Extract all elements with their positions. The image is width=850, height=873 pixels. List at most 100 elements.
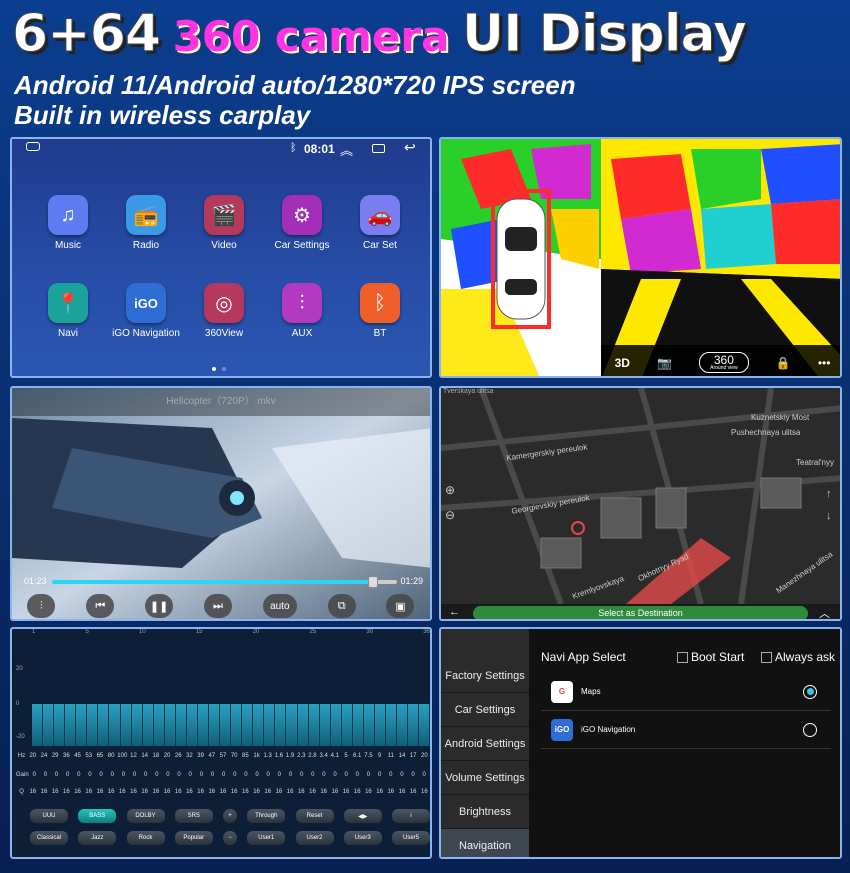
eq-button[interactable]: User3 xyxy=(343,831,382,845)
eq-button[interactable]: i xyxy=(392,809,430,823)
eq-band[interactable] xyxy=(153,704,165,746)
eq-band[interactable] xyxy=(242,704,254,746)
eq-band[interactable] xyxy=(319,704,331,746)
eq-band[interactable] xyxy=(363,704,375,746)
home-icon[interactable] xyxy=(26,142,40,151)
radio-selected[interactable] xyxy=(803,684,817,699)
eq-button[interactable]: − xyxy=(223,831,237,845)
eq-band[interactable] xyxy=(419,704,430,746)
eq-band[interactable] xyxy=(275,704,287,746)
eq-band[interactable] xyxy=(120,704,132,746)
eq-band[interactable] xyxy=(76,704,88,746)
arrow-up-icon[interactable]: ↑ xyxy=(826,488,832,500)
eq-band[interactable] xyxy=(209,704,221,746)
window-button[interactable]: ▣ xyxy=(386,594,415,618)
always-ask-checkbox[interactable]: Always ask xyxy=(761,650,835,664)
sidebar-item-factory-settings[interactable]: Factory Settings xyxy=(441,659,529,693)
eq-band[interactable] xyxy=(397,704,409,746)
eq-band[interactable] xyxy=(253,704,265,746)
sidebar-item-navigation[interactable]: Navigation xyxy=(441,829,529,857)
eq-band[interactable] xyxy=(131,704,143,746)
camera-icon[interactable]: 📷 xyxy=(657,356,672,370)
eq-band[interactable] xyxy=(264,704,276,746)
app-aux[interactable]: ⫶ AUX xyxy=(262,283,342,339)
eq-band[interactable] xyxy=(164,704,176,746)
seek-bar[interactable] xyxy=(52,576,397,588)
eq-button[interactable]: User1 xyxy=(247,831,286,845)
eq-band[interactable] xyxy=(297,704,309,746)
view-360-button[interactable]: 360 Around view xyxy=(699,352,749,373)
eq-button[interactable]: Rock xyxy=(126,831,165,845)
eq-band[interactable] xyxy=(386,704,398,746)
nav-app-row-maps[interactable]: G Maps xyxy=(541,673,831,711)
page-dot[interactable] xyxy=(222,367,226,371)
eq-button[interactable]: User5 xyxy=(392,831,430,845)
zoom-in-icon[interactable]: ⊕ xyxy=(445,483,455,497)
app-car-set[interactable]: 🚗 Car Set xyxy=(340,195,420,251)
eq-band[interactable] xyxy=(308,704,320,746)
next-button[interactable]: ⏭ xyxy=(203,594,232,618)
sidebar-item-volume-settings[interactable]: Volume Settings xyxy=(441,761,529,795)
eq-band[interactable] xyxy=(186,704,198,746)
eq-button[interactable]: Through xyxy=(247,809,286,823)
eq-band[interactable] xyxy=(374,704,386,746)
eq-button[interactable]: Popular xyxy=(174,831,213,845)
eq-button[interactable]: + xyxy=(223,809,237,823)
auto-button[interactable]: auto xyxy=(262,594,297,618)
equalizer-button[interactable]: ⫶ xyxy=(27,594,56,618)
app-car-settings[interactable]: ⚙ Car Settings xyxy=(262,195,342,251)
eq-button[interactable]: Reset xyxy=(295,809,334,823)
page-dot[interactable] xyxy=(212,367,216,371)
radio-unselected[interactable] xyxy=(803,722,817,737)
eq-band[interactable] xyxy=(231,704,243,746)
eq-band[interactable] xyxy=(341,704,353,746)
eq-button[interactable]: DOLBY xyxy=(126,809,165,823)
more-button[interactable]: ••• xyxy=(818,356,831,370)
eq-band[interactable] xyxy=(220,704,232,746)
eq-band[interactable] xyxy=(54,704,66,746)
previous-button[interactable]: ⏮ xyxy=(86,594,115,618)
eq-band[interactable] xyxy=(43,704,55,746)
eq-band[interactable] xyxy=(32,704,44,746)
eq-band[interactable] xyxy=(408,704,420,746)
eq-button[interactable]: SRS xyxy=(174,809,213,823)
pause-button[interactable]: ❚❚ xyxy=(145,594,174,618)
boot-start-checkbox[interactable]: Boot Start xyxy=(677,650,744,664)
back-arrow-icon[interactable]: ← xyxy=(449,606,460,618)
eq-band[interactable] xyxy=(175,704,187,746)
eq-band[interactable] xyxy=(65,704,77,746)
eq-button[interactable]: Classical xyxy=(30,831,68,845)
eq-button[interactable]: User2 xyxy=(295,831,334,845)
mode-3d-button[interactable]: 3D xyxy=(615,356,630,370)
app-igo-navigation[interactable]: iGO iGO Navigation xyxy=(106,283,186,339)
chevron-up-icon[interactable]: ︿ xyxy=(819,605,830,619)
sidebar-item-android-settings[interactable]: Android Settings xyxy=(441,727,529,761)
zoom-out-icon[interactable]: ⊖ xyxy=(445,508,455,522)
seek-knob[interactable] xyxy=(367,576,378,588)
eq-button[interactable]: BASS xyxy=(78,809,117,823)
app-360view[interactable]: ◎ 360View xyxy=(184,283,264,339)
eq-band[interactable] xyxy=(142,704,154,746)
eq-band[interactable] xyxy=(330,704,342,746)
app-video[interactable]: 🎬 Video xyxy=(184,195,264,251)
eq-band[interactable] xyxy=(352,704,364,746)
arrow-down-icon[interactable]: ↓ xyxy=(826,510,832,522)
eq-band-sliders[interactable] xyxy=(32,704,430,746)
back-icon[interactable]: ↩ xyxy=(404,139,416,156)
app-radio[interactable]: 📻 Radio xyxy=(106,195,186,251)
car-lock-icon[interactable]: 🔒 xyxy=(776,356,791,370)
eq-band[interactable] xyxy=(197,704,209,746)
eq-band[interactable] xyxy=(87,704,99,746)
app-navi[interactable]: 📍 Navi xyxy=(28,283,108,339)
sidebar-item-brightness[interactable]: Brightness xyxy=(441,795,529,829)
select-destination-button[interactable]: Select as Destination xyxy=(473,606,808,619)
eq-band[interactable] xyxy=(286,704,298,746)
chevron-up-icon[interactable]: ︽ xyxy=(340,140,353,159)
eq-button[interactable]: UUU xyxy=(30,809,68,823)
app-bt[interactable]: ᛒ BT xyxy=(340,283,420,339)
eq-band[interactable] xyxy=(109,704,121,746)
eq-button[interactable]: Jazz xyxy=(78,831,117,845)
recent-apps-icon[interactable] xyxy=(372,144,385,153)
nav-app-row-igo[interactable]: iGO iGO Navigation xyxy=(541,711,831,749)
eq-band[interactable] xyxy=(98,704,110,746)
